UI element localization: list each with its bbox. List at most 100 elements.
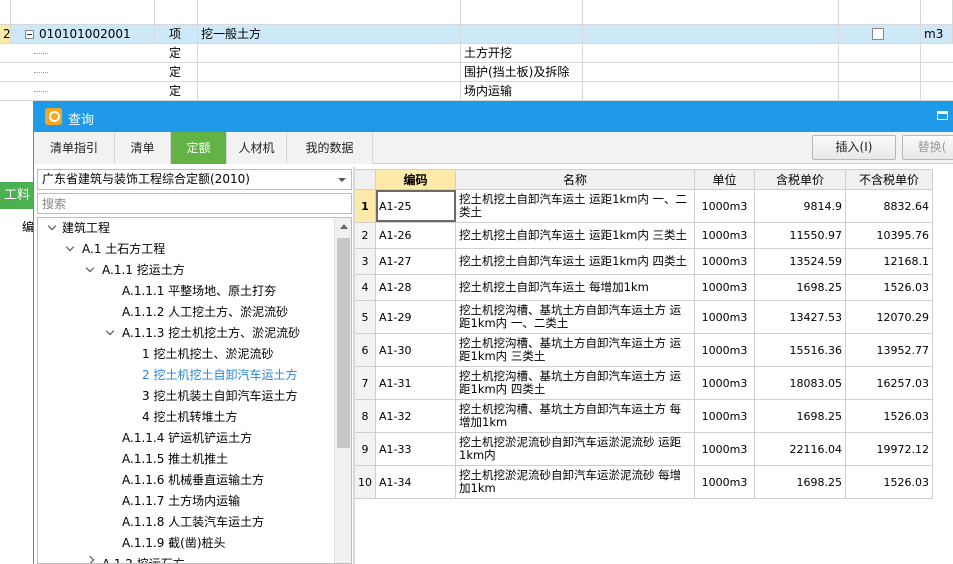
- quota-library-select[interactable]: 广东省建筑与装饰工程综合定额(2010): [37, 169, 352, 190]
- cell-unit[interactable]: 1000m3: [695, 367, 755, 399]
- header-name[interactable]: 名称: [456, 170, 695, 189]
- bg-content: [461, 25, 583, 43]
- table-row[interactable]: 9 A1-33 挖土机挖淤泥流砂自卸汽车运淤泥流砂 运距1km内 1000m3 …: [355, 433, 933, 466]
- cell-unit[interactable]: 1000m3: [695, 249, 755, 274]
- cell-price-tax[interactable]: 13524.59: [755, 249, 846, 274]
- replace-button[interactable]: 替换(: [902, 135, 953, 160]
- cell-unit[interactable]: 1000m3: [695, 466, 755, 498]
- cell-price-tax[interactable]: 15516.36: [755, 334, 846, 366]
- tab-quota[interactable]: 定额: [171, 132, 227, 164]
- cell-unit[interactable]: 1000m3: [695, 433, 755, 465]
- expand-arrow-icon[interactable]: [85, 263, 95, 273]
- cell-price-tax[interactable]: 13427.53: [755, 301, 846, 333]
- cell-name[interactable]: 挖土机挖土自卸汽车运土 运距1km内 一、二类土: [456, 190, 695, 222]
- search-input[interactable]: [37, 193, 352, 214]
- cell-price-tax[interactable]: 18083.05: [755, 367, 846, 399]
- cell-price-tax[interactable]: 1698.25: [755, 466, 846, 498]
- cell-code[interactable]: A1-25: [376, 190, 456, 222]
- expand-arrow-icon[interactable]: [105, 326, 115, 336]
- cell-code[interactable]: A1-34: [376, 466, 456, 498]
- row-number: 10: [355, 466, 376, 498]
- cell-code[interactable]: A1-29: [376, 301, 456, 333]
- tab-labor-material-machine[interactable]: 人材机: [227, 132, 287, 164]
- cell-unit[interactable]: 1000m3: [695, 275, 755, 300]
- cell-price-notax[interactable]: 13952.77: [846, 334, 933, 366]
- cell-price-notax[interactable]: 1526.03: [846, 466, 933, 498]
- row-number: 6: [355, 334, 376, 366]
- cell-name[interactable]: 挖土机挖土自卸汽车运土 运距1km内 四类土: [456, 249, 695, 274]
- side-tab-peek[interactable]: 工料: [0, 182, 33, 209]
- dialog-titlebar[interactable]: 查询: [34, 101, 953, 132]
- cell-price-notax[interactable]: 12168.1: [846, 249, 933, 274]
- table-row[interactable]: 1 A1-25 挖土机挖土自卸汽车运土 运距1km内 一、二类土 1000m3 …: [355, 190, 933, 223]
- table-row[interactable]: 2 A1-26 挖土机挖土自卸汽车运土 运距1km内 三类土 1000m3 11…: [355, 223, 933, 249]
- tree-scrollbar[interactable]: [334, 218, 351, 563]
- cell-name[interactable]: 挖土机挖沟槽、基坑土方自卸汽车运土方 运距1km内 三类土: [456, 334, 695, 366]
- cell-price-tax[interactable]: 22116.04: [755, 433, 846, 465]
- cell-price-tax[interactable]: 11550.97: [755, 223, 846, 248]
- cell-price-tax[interactable]: 1698.25: [755, 400, 846, 432]
- cell-price-notax[interactable]: 12070.29: [846, 301, 933, 333]
- collapse-icon[interactable]: [25, 30, 34, 39]
- header-code[interactable]: 编码: [376, 170, 456, 189]
- cell-code[interactable]: A1-27: [376, 249, 456, 274]
- table-row[interactable]: 3 A1-27 挖土机挖土自卸汽车运土 运距1km内 四类土 1000m3 13…: [355, 249, 933, 275]
- cell-name[interactable]: 挖土机挖土自卸汽车运土 运距1km内 三类土: [456, 223, 695, 248]
- cell-code[interactable]: A1-31: [376, 367, 456, 399]
- scroll-up-icon[interactable]: [340, 224, 348, 229]
- header-price-notax[interactable]: 不含税单价: [846, 170, 933, 189]
- bg-row[interactable]: 定 土方开挖: [0, 44, 953, 63]
- cell-code[interactable]: A1-32: [376, 400, 456, 432]
- tab-list[interactable]: 清单: [115, 132, 171, 164]
- cell-name[interactable]: 挖土机挖淤泥流砂自卸汽车运淤泥流砂 运距1km内: [456, 433, 695, 465]
- table-row[interactable]: 5 A1-29 挖土机挖沟槽、基坑土方自卸汽车运土方 运距1km内 一、二类土 …: [355, 301, 933, 334]
- cell-code[interactable]: A1-33: [376, 433, 456, 465]
- cell-unit[interactable]: 1000m3: [695, 400, 755, 432]
- maximize-icon[interactable]: [937, 111, 948, 120]
- table-row[interactable]: 4 A1-28 挖土机挖土自卸汽车运土 每增加1km 1000m3 1698.2…: [355, 275, 933, 301]
- cell-code[interactable]: A1-30: [376, 334, 456, 366]
- cell-name[interactable]: 挖土机挖沟槽、基坑土方自卸汽车运土方 运距1km内 四类土: [456, 367, 695, 399]
- table-row[interactable]: 10 A1-34 挖土机挖淤泥流砂自卸汽车运淤泥流砂 每增加1km 1000m3…: [355, 466, 933, 499]
- tab-my-data[interactable]: 我的数据: [287, 132, 373, 164]
- scroll-thumb[interactable]: [337, 238, 350, 448]
- table-row[interactable]: 8 A1-32 挖土机挖沟槽、基坑土方自卸汽车运土方 每增加1km 1000m3…: [355, 400, 933, 433]
- cell-price-notax[interactable]: 16257.03: [846, 367, 933, 399]
- cell-name[interactable]: 挖土机挖土自卸汽车运土 每增加1km: [456, 275, 695, 300]
- cell-price-notax[interactable]: 1526.03: [846, 275, 933, 300]
- expand-arrow-icon[interactable]: [47, 221, 57, 231]
- table-row[interactable]: 7 A1-31 挖土机挖沟槽、基坑土方自卸汽车运土方 运距1km内 四类土 10…: [355, 367, 933, 400]
- bg-code[interactable]: 010101002001: [11, 25, 155, 43]
- checkbox[interactable]: [872, 28, 884, 40]
- cell-name[interactable]: 挖土机挖沟槽、基坑土方自卸汽车运土方 运距1km内 一、二类土: [456, 301, 695, 333]
- insert-button[interactable]: 插入(I): [812, 135, 896, 160]
- bg-row[interactable]: 定 场内运输: [0, 82, 953, 101]
- header-unit[interactable]: 单位: [695, 170, 755, 189]
- cell-code[interactable]: A1-28: [376, 275, 456, 300]
- cell-unit[interactable]: 1000m3: [695, 223, 755, 248]
- cell-name[interactable]: 挖土机挖沟槽、基坑土方自卸汽车运土方 每增加1km: [456, 400, 695, 432]
- quota-library-value: 广东省建筑与装饰工程综合定额(2010): [42, 172, 250, 186]
- bg-row-selected[interactable]: 2 010101002001 项 挖一般土方 m3: [0, 25, 953, 44]
- cell-name[interactable]: 挖土机挖淤泥流砂自卸汽车运淤泥流砂 每增加1km: [456, 466, 695, 498]
- bg-content: [461, 0, 583, 24]
- collapsed-arrow-icon[interactable]: [85, 555, 95, 563]
- cell-price-tax[interactable]: 9814.9: [755, 190, 846, 222]
- cell-price-notax[interactable]: 8832.64: [846, 190, 933, 222]
- cell-unit[interactable]: 1000m3: [695, 301, 755, 333]
- cell-price-tax[interactable]: 1698.25: [755, 275, 846, 300]
- bg-row[interactable]: 定 围护(挡土板)及拆除: [0, 63, 953, 82]
- cell-price-notax[interactable]: 19972.12: [846, 433, 933, 465]
- table-row[interactable]: 6 A1-30 挖土机挖沟槽、基坑土方自卸汽车运土方 运距1km内 三类土 10…: [355, 334, 933, 367]
- expand-arrow-icon[interactable]: [65, 242, 75, 252]
- bg-row[interactable]: [0, 0, 953, 25]
- cell-unit[interactable]: 1000m3: [695, 190, 755, 222]
- row-number: 2: [355, 223, 376, 248]
- cell-unit[interactable]: 1000m3: [695, 334, 755, 366]
- cell-price-notax[interactable]: 1526.03: [846, 400, 933, 432]
- chapter-tree: 建筑工程 A.1 土石方工程 A.1.1 挖运土方 A.1.1.1 平整场地、原…: [37, 217, 352, 564]
- cell-code[interactable]: A1-26: [376, 223, 456, 248]
- header-price-tax[interactable]: 含税单价: [755, 170, 846, 189]
- tab-list-guide[interactable]: 清单指引: [34, 132, 115, 164]
- cell-price-notax[interactable]: 10395.76: [846, 223, 933, 248]
